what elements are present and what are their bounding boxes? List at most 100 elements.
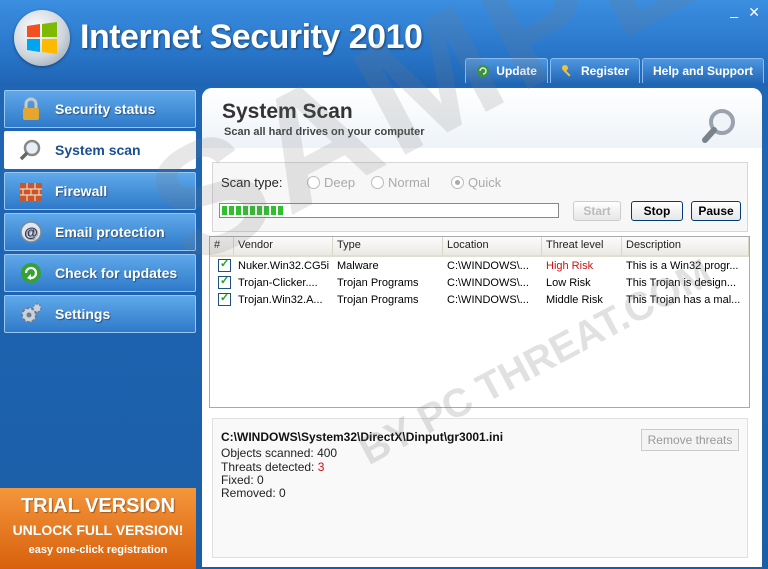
threats-value: 3 [317,460,325,474]
progress-block [243,206,248,215]
objects-value: 400 [317,446,338,460]
top-navigation: Update Register Help and Support [465,58,764,83]
radio-deep[interactable]: Deep [307,175,355,190]
radio-normal[interactable]: Normal [371,175,430,190]
column-header[interactable]: # [210,237,234,255]
description-cell: This is a Win32 progr... [626,259,739,272]
firewall-icon [17,177,45,205]
svg-text:@: @ [24,224,38,240]
current-file-path: C:\WINDOWS\System32\DirectX\Dinput\gr300… [221,430,504,444]
column-header[interactable]: Vendor [234,237,333,255]
progress-block [236,206,241,215]
progress-block [257,206,262,215]
removed-label: Removed: [221,486,276,500]
close-button[interactable]: ✕ [748,4,760,21]
removed-count: Removed: 0 [221,486,286,500]
tab-update[interactable]: Update [465,58,548,83]
email-icon: @ [17,218,45,246]
location-cell: C:\WINDOWS\... [447,259,529,272]
key-icon [561,65,571,77]
sidebar-item-label: Firewall [55,183,108,199]
update-icon [477,65,490,77]
tab-help-label: Help and Support [653,64,753,78]
sidebar-item-settings[interactable]: Settings [4,295,196,333]
radio-quick-label: Quick [468,175,502,190]
column-header[interactable]: Type [333,237,443,255]
progress-block [264,206,269,215]
sidebar-item-label: Email protection [55,224,165,240]
page-title: System Scan [222,100,353,123]
sidebar-item-email-protection[interactable]: @ Email protection [4,213,196,251]
app-header: Internet Security 2010 _ ✕ Update Regist… [0,0,768,86]
table-row[interactable]: Trojan-Clicker.... Trojan Programs C:\WI… [210,274,749,291]
scan-status: C:\WINDOWS\System32\DirectX\Dinput\gr300… [212,418,748,558]
progress-fill [220,204,558,217]
threats-table: # Vendor Type Location Threat level Desc… [209,236,750,408]
minimize-button[interactable]: _ [730,2,738,18]
row-checkbox[interactable] [218,293,231,306]
table-row[interactable]: Trojan.Win32.A... Trojan Programs C:\WIN… [210,291,749,308]
column-header[interactable]: Location [443,237,542,255]
table-header: # Vendor Type Location Threat level Desc… [210,237,749,257]
unlock-text: UNLOCK FULL VERSION! [12,522,184,538]
lock-icon [17,95,45,123]
threat-cell: Middle Risk [546,293,603,306]
scan-type-label: Scan type: [221,175,283,190]
threats-label: Threats detected: [221,460,315,474]
threats-detected: Threats detected: 3 [221,460,324,474]
progress-block [250,206,255,215]
column-header[interactable]: Description [622,237,749,255]
update-icon [17,259,45,287]
table-row[interactable]: Nuker.Win32.CG5i Malware C:\WINDOWS\... … [210,257,749,274]
sidebar-item-system-scan[interactable]: System scan [4,131,196,169]
fixed-label: Fixed: [221,473,254,487]
app-window: Internet Security 2010 _ ✕ Update Regist… [0,0,768,569]
fixed-count: Fixed: 0 [221,473,264,487]
sidebar-item-label: Security status [55,101,156,117]
description-cell: This Trojan is design... [626,276,737,289]
scan-controls: Scan type: Deep Normal Quick Start Stop … [212,162,748,232]
type-cell: Malware [337,259,379,272]
sidebar-item-firewall[interactable]: Firewall [4,172,196,210]
sidebar-item-check-for-updates[interactable]: Check for updates [4,254,196,292]
registration-text: easy one-click registration [28,544,168,556]
vendor-cell: Trojan-Clicker.... [238,276,318,289]
pause-button[interactable]: Pause [691,201,741,221]
trial-title: TRIAL VERSION [20,495,176,517]
vendor-cell: Nuker.Win32.CG5i [238,259,330,272]
tab-register[interactable]: Register [549,58,640,83]
remove-threats-button[interactable]: Remove threats [641,429,739,451]
stop-button[interactable]: Stop [631,201,683,221]
trial-banner[interactable]: TRIAL VERSION UNLOCK FULL VERSION! easy … [0,488,196,569]
sidebar-item-label: System scan [55,142,141,158]
radio-dot [307,176,320,189]
objects-scanned: Objects scanned: 400 [221,446,337,460]
description-cell: This Trojan has a mal... [626,293,741,306]
progress-block [271,206,276,215]
row-checkbox[interactable] [218,259,231,272]
fixed-value: 0 [257,473,264,487]
row-checkbox[interactable] [218,276,231,289]
type-cell: Trojan Programs [337,276,419,289]
sidebar-item-label: Check for updates [55,265,178,281]
location-cell: C:\WINDOWS\... [447,293,529,306]
radio-quick[interactable]: Quick [451,175,501,190]
tab-update-label: Update [496,64,537,78]
page-subtitle: Scan all hard drives on your computer [224,126,425,138]
app-logo [14,10,70,66]
main-panel: System Scan Scan all hard drives on your… [202,88,762,567]
column-header[interactable]: Threat level [542,237,622,255]
progress-block [278,206,283,215]
radio-dot-selected [451,176,464,189]
location-cell: C:\WINDOWS\... [447,276,529,289]
magnifier-icon [17,136,45,164]
radio-deep-label: Deep [324,175,356,190]
windows-flag-icon [27,22,57,54]
scan-progress-bar [219,203,559,218]
vendor-cell: Trojan.Win32.A... [238,293,323,306]
progress-block [222,206,227,215]
tab-help-and-support[interactable]: Help and Support [642,58,764,83]
sidebar-item-security-status[interactable]: Security status [4,90,196,128]
magnifier-icon [702,109,735,143]
start-button[interactable]: Start [573,201,621,221]
